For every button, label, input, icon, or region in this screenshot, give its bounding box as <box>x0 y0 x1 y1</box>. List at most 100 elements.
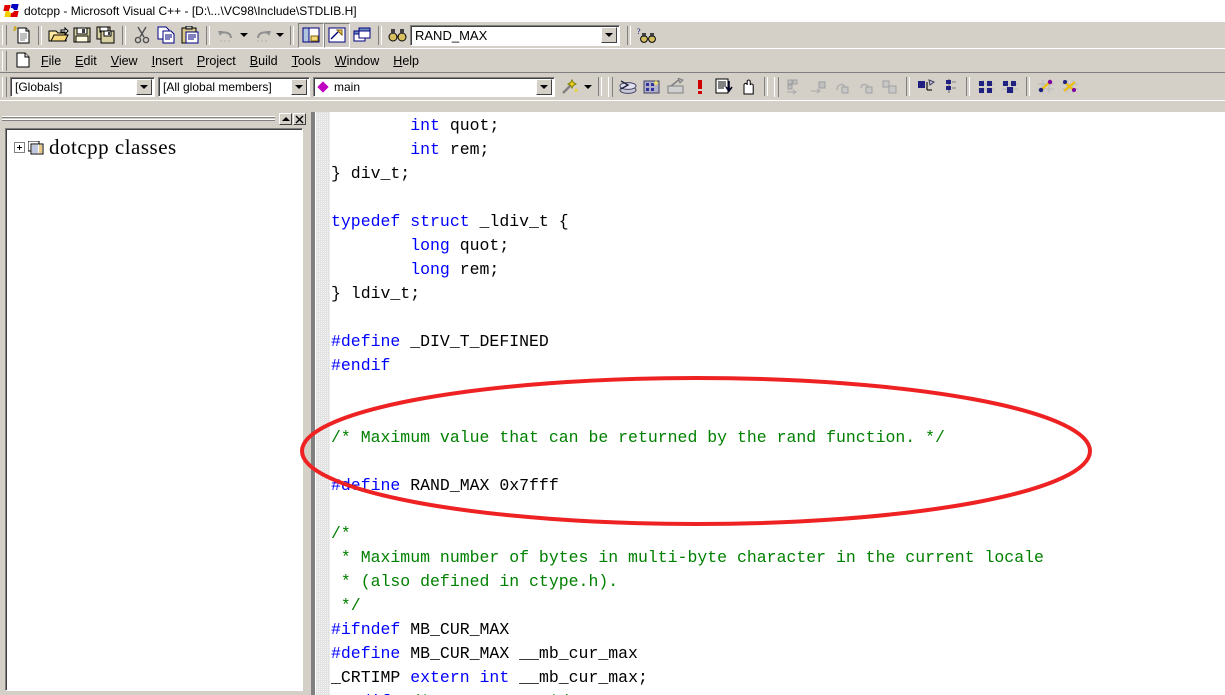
pane-drag-lines <box>2 115 275 123</box>
code-token: _ldiv_t { <box>470 212 569 231</box>
editor-gutter[interactable] <box>316 112 330 695</box>
symbol-combo-dropdown[interactable] <box>536 79 552 95</box>
toolbar-separator <box>764 77 768 96</box>
memory-window-button[interactable] <box>1058 75 1082 98</box>
code-line: int rem; <box>331 138 1225 162</box>
visual-cpp-window: dotcpp - Microsoft Visual C++ - [D:\...\… <box>0 0 1225 695</box>
wizardbar-toolbar: [Globals] [All global members] main <box>0 73 1225 101</box>
quickwatch-button[interactable] <box>938 75 962 98</box>
save-all-button[interactable] <box>94 24 118 47</box>
watch-window-button[interactable] <box>974 75 998 98</box>
menu-insert[interactable]: Insert <box>145 52 190 70</box>
code-token <box>331 116 410 135</box>
toolbar-separator <box>122 26 126 45</box>
variables-window-button[interactable] <box>998 75 1022 98</box>
title-bar: dotcpp - Microsoft Visual C++ - [D:\...\… <box>0 0 1225 21</box>
toolbar-grip[interactable] <box>2 25 7 45</box>
find-combo[interactable]: RAND_MAX <box>410 25 620 46</box>
members-combo-dropdown[interactable] <box>291 79 307 95</box>
magenta-diamond-icon <box>317 81 328 92</box>
menu-file[interactable]: File <box>34 52 68 70</box>
stop-build-button[interactable] <box>664 75 688 98</box>
execute-program-button[interactable] <box>688 75 712 98</box>
up-arrow-icon <box>282 117 290 121</box>
new-text-file-button[interactable] <box>10 24 34 47</box>
menu-tools[interactable]: Tools <box>285 52 328 70</box>
go-debug-button[interactable] <box>712 75 736 98</box>
menu-build[interactable]: Build <box>243 52 285 70</box>
redo-button[interactable] <box>250 24 274 47</box>
menu-project[interactable]: Project <box>190 52 243 70</box>
next-statement-button[interactable] <box>914 75 938 98</box>
code-token: RAND_MAX 0x7fff <box>400 476 558 495</box>
save-button[interactable] <box>70 24 94 47</box>
class-view-tree[interactable]: dotcpp classes <box>5 128 303 691</box>
code-token: } ldiv_t; <box>331 284 420 303</box>
output-window-button[interactable] <box>324 23 350 48</box>
debug-toolbar-grip[interactable] <box>774 77 779 97</box>
svg-text:?: ? <box>637 27 641 36</box>
chevron-down-icon <box>584 85 592 89</box>
open-button[interactable] <box>46 24 70 47</box>
wizardbar-dropdown-button[interactable] <box>582 75 594 98</box>
code-line <box>331 450 1225 474</box>
toolbar-separator <box>1026 77 1030 96</box>
code-line: _CRTIMP extern int __mb_cur_max; <box>331 666 1225 690</box>
step-into-button[interactable] <box>830 75 854 98</box>
toolbar-separator <box>598 77 602 96</box>
clipboard-paste-button[interactable] <box>178 24 202 47</box>
toolbar-separator <box>38 26 42 45</box>
tree-item-dotcpp-classes[interactable]: dotcpp classes <box>6 129 302 160</box>
undo-dropdown-button[interactable] <box>238 24 250 47</box>
menu-edit[interactable]: Edit <box>68 52 104 70</box>
registers-window-button[interactable] <box>1034 75 1058 98</box>
code-token: #endif <box>331 356 390 375</box>
build-button[interactable] <box>640 75 664 98</box>
code-token: /* <box>331 524 351 543</box>
scope-combo[interactable]: [Globals] <box>10 77 155 97</box>
find-help-button[interactable]: ? <box>635 24 659 47</box>
menu-window[interactable]: Window <box>328 52 386 70</box>
scope-combo-dropdown[interactable] <box>136 79 152 95</box>
restart-debug-button[interactable] <box>782 75 806 98</box>
pane-collapse-button[interactable] <box>279 113 292 125</box>
workspace-pane: dotcpp classes <box>0 112 308 695</box>
source-editor-window[interactable]: int quot; int rem;} div_t; typedef struc… <box>311 112 1225 695</box>
copy-button[interactable] <box>154 24 178 47</box>
menu-view[interactable]: View <box>104 52 145 70</box>
source-code-text[interactable]: int quot; int rem;} div_t; typedef struc… <box>331 112 1225 695</box>
step-out-button[interactable] <box>878 75 902 98</box>
code-token: } div_t; <box>331 164 410 183</box>
standard-toolbar: RAND_MAX ? <box>0 21 1225 49</box>
step-over-button[interactable] <box>854 75 878 98</box>
build-toolbar-grip[interactable] <box>608 77 613 97</box>
code-line <box>331 402 1225 426</box>
members-combo[interactable]: [All global members] <box>158 77 310 97</box>
code-token: _DIV_T_DEFINED <box>400 332 549 351</box>
menubar-grip[interactable] <box>2 51 7 71</box>
insert-remove-breakpoint-button[interactable] <box>736 75 760 98</box>
code-token <box>331 140 410 159</box>
find-dropdown-button[interactable] <box>601 27 617 43</box>
code-token: __mb_cur_max; <box>509 668 648 687</box>
code-line: long rem; <box>331 258 1225 282</box>
redo-dropdown-button[interactable] <box>274 24 286 47</box>
window-list-button[interactable] <box>350 24 374 47</box>
code-line: /* Maximum value that can be returned by… <box>331 426 1225 450</box>
symbol-combo[interactable]: main <box>313 77 555 97</box>
pane-close-button[interactable] <box>293 113 306 125</box>
find-in-files-button[interactable] <box>386 24 410 47</box>
find-input[interactable]: RAND_MAX <box>411 28 601 43</box>
wizardbar-actions-button[interactable] <box>558 75 582 98</box>
wizardbar-grip[interactable] <box>2 77 7 97</box>
code-line: */ <box>331 594 1225 618</box>
menu-help[interactable]: Help <box>386 52 426 70</box>
compile-button[interactable] <box>616 75 640 98</box>
stop-debug-button[interactable] <box>806 75 830 98</box>
workspace-button[interactable] <box>298 23 324 48</box>
code-token: int <box>410 140 440 159</box>
plus-box-icon[interactable] <box>14 142 25 153</box>
undo-button[interactable] <box>214 24 238 47</box>
code-line: typedef struct _ldiv_t { <box>331 210 1225 234</box>
cut-button[interactable] <box>130 24 154 47</box>
